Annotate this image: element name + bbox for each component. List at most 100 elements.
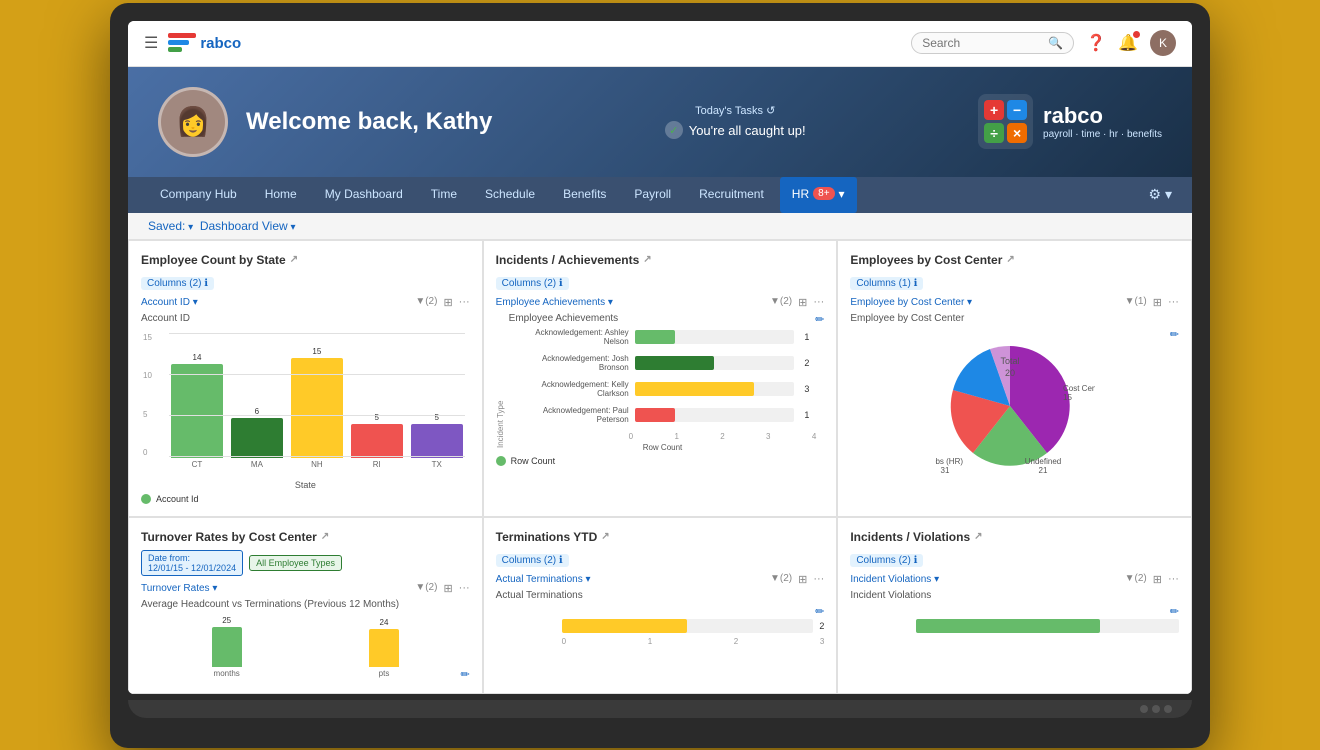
widget-turnover-rates: Turnover Rates by Cost Center ↗ Date fro… <box>128 517 483 694</box>
more-icon-5[interactable]: ··· <box>813 573 824 586</box>
widget-title-violations: Incidents / Violations ↗ <box>850 530 1179 544</box>
turnover-rates-filter[interactable]: Turnover Rates ▾ <box>141 583 217 594</box>
hbar-row-1: Acknowledgement: AshleyNelson 1 <box>509 328 817 346</box>
check-circle-icon: ✓ <box>665 121 683 139</box>
subnav-home[interactable]: Home <box>253 177 309 213</box>
turnover-bar-1: 25 months <box>151 616 302 678</box>
edit-icon-6[interactable]: ✏ <box>1170 605 1179 618</box>
filter-count-1: ▼(2) <box>415 296 437 309</box>
search-input[interactable] <box>922 36 1042 50</box>
term-bar-container <box>562 619 814 633</box>
hbar-value-1: 1 <box>804 332 816 342</box>
expand-icon-4[interactable]: ↗ <box>321 531 329 542</box>
logo-bar-2 <box>168 40 189 45</box>
violations-bar-container <box>916 619 1179 633</box>
widget-toolbar-5: Actual Terminations ▾ ▼(2) ⊞ ··· <box>496 573 825 586</box>
hbar-container-1 <box>635 330 795 344</box>
pie-label-hr-val: 31 <box>940 466 949 475</box>
expand-icon-5[interactable]: ↗ <box>601 531 609 542</box>
more-icon-6[interactable]: ··· <box>1168 573 1179 586</box>
subnav-recruitment[interactable]: Recruitment <box>687 177 776 213</box>
widget-title-employee-count: Employee Count by State ↗ <box>141 253 470 267</box>
widget-icon-btns-1: ▼(2) ⊞ ··· <box>415 296 469 309</box>
widget-subtitle-2: Employee Achievements <box>509 313 817 324</box>
emp-achievements-filter[interactable]: Employee Achievements ▾ <box>496 297 613 308</box>
logo-icon <box>168 33 196 53</box>
more-icon-2[interactable]: ··· <box>813 296 824 309</box>
logo-sym-times: × <box>1007 123 1027 143</box>
hero-tasks-status: ✓ You're all caught up! <box>665 121 806 139</box>
gear-button[interactable]: ⚙ ▾ <box>1149 186 1172 203</box>
account-id-filter[interactable]: Account ID ▾ <box>141 297 198 308</box>
filter-count-2: ▼(2) <box>770 296 792 309</box>
expand-icon-6[interactable]: ↗ <box>974 531 982 542</box>
hbar-1 <box>635 330 675 344</box>
term-bar <box>562 619 688 633</box>
hbar-4 <box>635 408 675 422</box>
edit-icon-2[interactable]: ✏ <box>815 313 824 326</box>
base-dot-3 <box>1164 705 1172 713</box>
laptop-base <box>128 700 1192 718</box>
actual-terminations-filter[interactable]: Actual Terminations ▾ <box>496 574 591 585</box>
subnav-schedule[interactable]: Schedule <box>473 177 547 213</box>
column-icon-3[interactable]: ⊞ <box>1153 296 1162 309</box>
more-icon-3[interactable]: ··· <box>1168 296 1179 309</box>
top-nav-right: 🔍 ❓ 🔔 K <box>911 30 1176 56</box>
subnav-my-dashboard[interactable]: My Dashboard <box>313 177 415 213</box>
notification-dot <box>1133 31 1140 38</box>
violations-bar <box>916 619 1100 633</box>
widget-employee-count-state: Employee Count by State ↗ Columns (2) ℹ … <box>128 240 483 517</box>
chart-legend-2: Row Count <box>496 456 825 466</box>
expand-icon[interactable]: ↗ <box>290 254 298 265</box>
hr-badge: 8+ <box>813 187 834 200</box>
column-icon-2[interactable]: ⊞ <box>798 296 807 309</box>
legend-label-2: Row Count <box>511 456 556 466</box>
legend-dot-1 <box>141 494 151 504</box>
widget-icon-btns-2: ▼(2) ⊞ ··· <box>770 296 824 309</box>
avatar[interactable]: K <box>1150 30 1176 56</box>
hero-center: Today's Tasks ↺ ✓ You're all caught up! <box>665 104 806 139</box>
legend-label-1: Account Id <box>156 494 199 504</box>
emp-cost-center-filter[interactable]: Employee by Cost Center ▾ <box>850 297 972 308</box>
expand-icon-3[interactable]: ↗ <box>1006 254 1014 265</box>
notification-icon[interactable]: 🔔 <box>1118 33 1138 53</box>
edit-icon-4[interactable]: ✏ <box>460 668 469 681</box>
search-box[interactable]: 🔍 <box>911 32 1074 54</box>
expand-icon-2[interactable]: ↗ <box>643 254 651 265</box>
more-icon-1[interactable]: ··· <box>459 296 470 309</box>
columns-badge-6: Columns (2) ℹ <box>850 554 923 567</box>
column-icon-1[interactable]: ⊞ <box>443 296 452 309</box>
x-label-tx: TX <box>411 460 463 469</box>
column-icon-4[interactable]: ⊞ <box>443 582 452 595</box>
y-label-0: 0 <box>143 448 152 457</box>
widget-title-turnover: Turnover Rates by Cost Center ↗ <box>141 530 470 544</box>
column-icon-5[interactable]: ⊞ <box>798 573 807 586</box>
hamburger-icon[interactable]: ☰ <box>144 33 158 53</box>
x-label-ct: CT <box>171 460 223 469</box>
widget-toolbar-2: Employee Achievements ▾ ▼(2) ⊞ ··· <box>496 296 825 309</box>
more-icon-4[interactable]: ··· <box>459 582 470 595</box>
hbar-row-3: Acknowledgement: KellyClarkson 3 <box>509 380 817 398</box>
edit-icon-3[interactable]: ✏ <box>1170 328 1179 341</box>
x-label-ri: RI <box>351 460 403 469</box>
column-icon-6[interactable]: ⊞ <box>1153 573 1162 586</box>
hbar-container-3 <box>635 382 795 396</box>
dashboard-view-link[interactable]: Dashboard View <box>200 219 296 233</box>
subnav-time[interactable]: Time <box>419 177 469 213</box>
date-range-badge: Date from:12/01/15 - 12/01/2024 <box>141 550 243 576</box>
subnav-company-hub[interactable]: Company Hub <box>148 177 249 213</box>
pie-label-cc-val: 15 <box>1063 393 1072 402</box>
subnav-hr[interactable]: HR 8+ ▾ <box>780 177 857 213</box>
subnav-payroll[interactable]: Payroll <box>622 177 683 213</box>
hbar-value-3: 3 <box>804 384 816 394</box>
subnav-benefits[interactable]: Benefits <box>551 177 618 213</box>
top-nav-left: ☰ rabco <box>144 33 241 53</box>
edit-icon-5[interactable]: ✏ <box>815 605 824 618</box>
help-icon[interactable]: ❓ <box>1086 33 1106 53</box>
incident-violations-filter[interactable]: Incident Violations ▾ <box>850 574 939 585</box>
term-value: 2 <box>819 621 824 631</box>
bar-ct: 14 <box>171 353 223 457</box>
hero-logo-text: rabco payroll · time · hr · benefits <box>1043 103 1162 140</box>
logo-box: rabco <box>168 33 241 53</box>
hbar-row-4: Acknowledgement: PaulPeterson 1 <box>509 406 817 424</box>
